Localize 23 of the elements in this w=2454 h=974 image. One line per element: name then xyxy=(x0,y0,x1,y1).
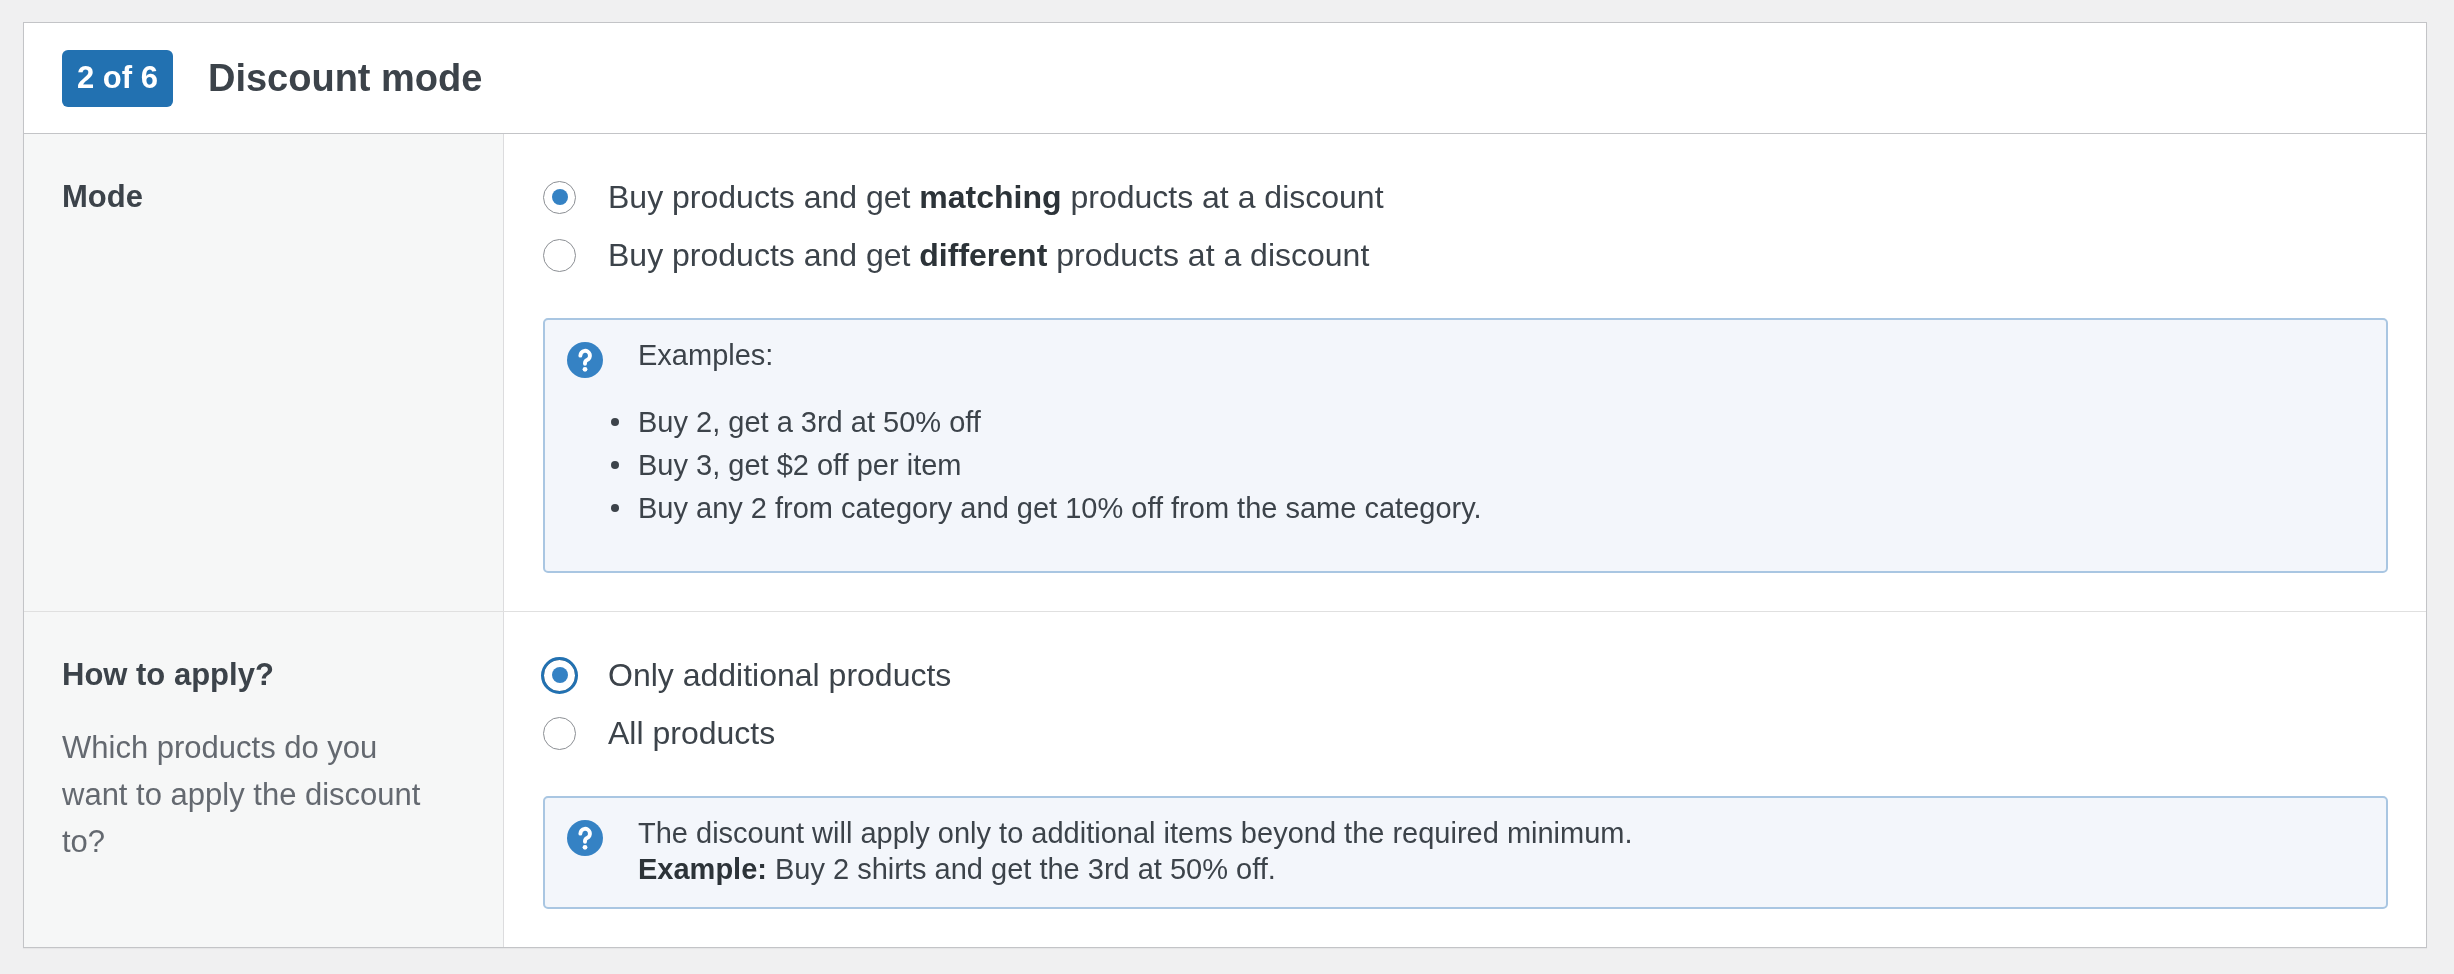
example-text: Buy 2, get a 3rd at 50% off xyxy=(638,404,981,440)
radio-button[interactable] xyxy=(543,180,576,214)
section-title: Discount mode xyxy=(207,56,483,100)
help-text: Example: Buy 2 shirts and get the 3rd at 50% off. xyxy=(638,852,1277,887)
bullet-icon xyxy=(611,417,619,426)
example-text: Buy 3, get $2 off per item xyxy=(638,447,962,483)
example-text: Buy any 2 from category and get 10% off from the same category. xyxy=(638,490,1482,526)
field-label: How to apply? xyxy=(62,656,275,694)
help-icon xyxy=(567,342,603,378)
bullet-icon xyxy=(611,460,619,469)
field-description: Which products do you want to apply the discount to? xyxy=(62,729,422,861)
field-label: Mode xyxy=(62,178,144,216)
help-icon xyxy=(567,820,603,856)
bullet-icon xyxy=(611,503,619,512)
help-text: The discount will apply only to additional items beyond the required minimum. xyxy=(638,816,1633,851)
option-label[interactable]: Buy products and get different products at a discount xyxy=(608,236,1370,274)
radio-button[interactable] xyxy=(543,238,576,272)
step-badge: 2 of 6 xyxy=(62,49,173,107)
help-text: Examples: xyxy=(638,338,775,373)
option-label[interactable]: Only additional products xyxy=(608,656,952,694)
option-label[interactable]: Buy products and get matching products at a discount xyxy=(608,178,1384,216)
radio-button[interactable] xyxy=(543,716,576,750)
option-label[interactable]: All products xyxy=(608,714,776,752)
